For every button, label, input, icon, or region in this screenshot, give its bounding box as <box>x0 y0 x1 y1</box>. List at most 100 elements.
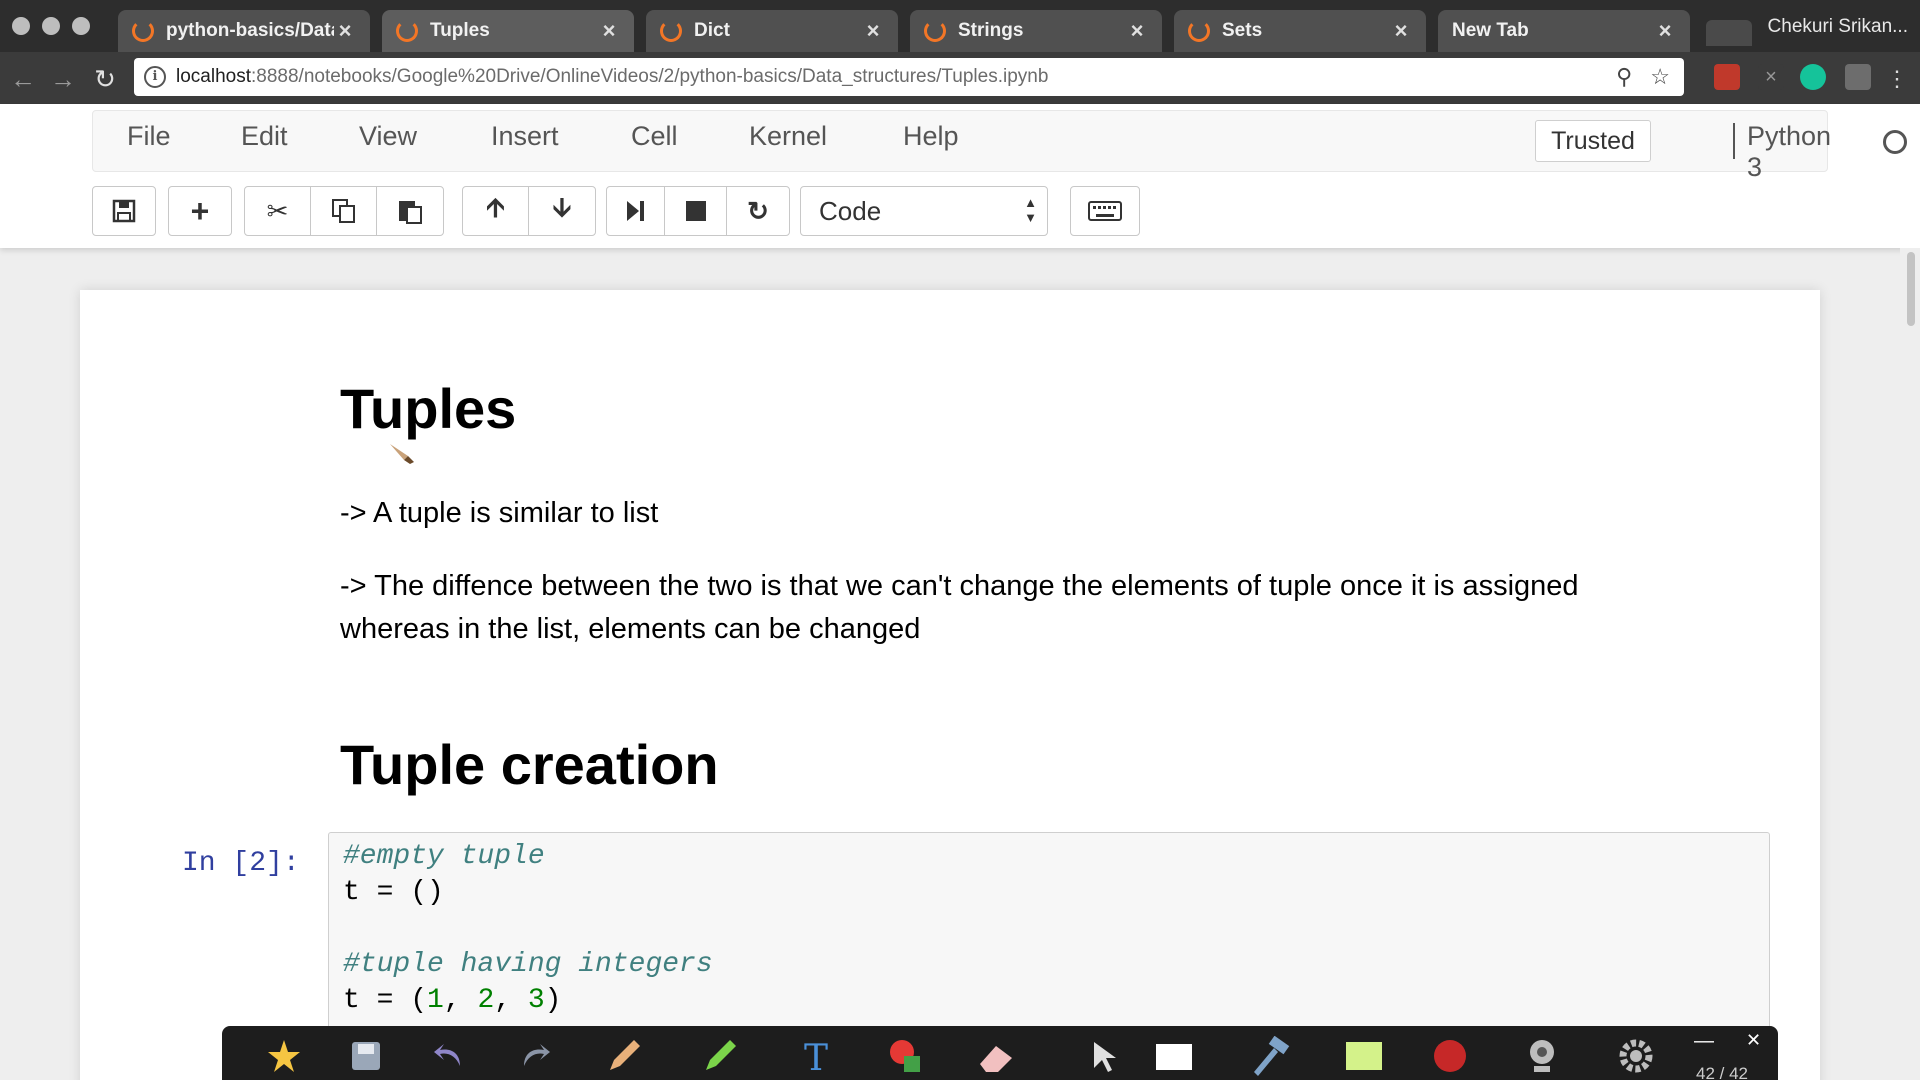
spotlight-star-icon[interactable] <box>264 1036 304 1076</box>
tab-dict[interactable]: Dict × <box>646 10 898 52</box>
code-token: t = ( <box>343 985 428 1016</box>
run-button[interactable] <box>607 187 665 235</box>
star-icon[interactable]: ☆ <box>1650 64 1670 90</box>
grammarly-extension-icon[interactable] <box>1800 64 1826 90</box>
reload-icon[interactable]: ↻ <box>88 62 122 96</box>
keyboard-icon <box>1088 201 1122 221</box>
save-button[interactable] <box>92 186 156 236</box>
tab-title: Tuples <box>430 20 490 41</box>
command-palette-button[interactable] <box>1070 186 1140 236</box>
section-heading: Tuple creation <box>340 733 719 796</box>
undo-icon[interactable] <box>430 1036 470 1076</box>
back-arrow-icon[interactable]: ← <box>6 62 40 96</box>
whiteboard-icon[interactable] <box>1154 1036 1194 1076</box>
copy-icon <box>331 199 355 223</box>
notebook-title-heading: Tuples <box>340 377 517 440</box>
close-icon[interactable]: × <box>598 18 620 44</box>
kernel-name[interactable]: Python 3 <box>1747 121 1831 183</box>
highlighter-icon[interactable] <box>700 1036 740 1076</box>
scrollbar-track[interactable] <box>1900 248 1920 1080</box>
shapes-icon[interactable] <box>886 1036 926 1076</box>
arrow-up-icon: 🡩 <box>486 192 505 222</box>
close-icon[interactable]: × <box>1654 18 1676 44</box>
text-tool-icon[interactable]: T <box>796 1036 836 1076</box>
tab-strings[interactable]: Strings × <box>910 10 1162 52</box>
kernel-divider <box>1733 123 1735 159</box>
jupyter-favicon-icon <box>132 20 154 42</box>
menu-help[interactable]: Help <box>903 121 959 152</box>
tab-tuples[interactable]: Tuples × <box>382 10 634 52</box>
close-icon[interactable]: × <box>862 18 884 44</box>
extension-icon[interactable] <box>1845 64 1871 90</box>
webcam-icon[interactable] <box>1522 1036 1562 1076</box>
menu-edit[interactable]: Edit <box>241 121 288 152</box>
close-icon[interactable]: × <box>1390 18 1412 44</box>
tab-title: New Tab <box>1452 20 1529 41</box>
page-counter: 42 / 42 <box>1696 1064 1748 1080</box>
menu-kernel[interactable]: Kernel <box>749 121 827 152</box>
insert-cell-button[interactable]: + <box>168 186 232 236</box>
code-number: 1 <box>427 985 444 1016</box>
browser-menu-icon[interactable]: ⋮ <box>1880 62 1914 96</box>
kernel-idle-icon <box>1883 130 1907 154</box>
forward-arrow-icon[interactable]: → <box>46 62 80 96</box>
code-token: , <box>443 985 478 1016</box>
redo-icon[interactable] <box>514 1036 554 1076</box>
stop-icon <box>685 201 706 221</box>
jupyter-favicon-icon <box>660 20 682 42</box>
pen-icon[interactable] <box>604 1036 644 1076</box>
paste-icon <box>399 201 422 224</box>
difference-text-line2: whereas in the list, elements can be cha… <box>340 613 921 645</box>
menu-view[interactable]: View <box>359 121 417 152</box>
tab-python-basics[interactable]: python-basics/Data_ × <box>118 10 370 52</box>
code-token: , <box>494 985 528 1016</box>
menu-insert[interactable]: Insert <box>491 121 559 152</box>
new-tab-button[interactable] <box>1706 20 1752 46</box>
move-up-button[interactable]: 🡩 <box>463 187 529 235</box>
plus-icon: + <box>190 192 210 229</box>
record-icon[interactable] <box>1430 1036 1470 1076</box>
close-icon[interactable]: × <box>1126 18 1148 44</box>
minimize-icon[interactable]: — <box>1694 1030 1714 1053</box>
close-icon[interactable]: ✕ <box>1746 1030 1761 1051</box>
code-line: t = (1, 2, 3) <box>343 985 561 1016</box>
paste-button[interactable] <box>377 187 443 235</box>
scrollbar-thumb[interactable] <box>1907 252 1915 326</box>
move-down-button[interactable]: 🡫 <box>529 187 595 235</box>
window-close-dot[interactable] <box>12 17 30 35</box>
window-zoom-dot[interactable] <box>72 17 90 35</box>
edit-button-group: ✂ <box>244 186 444 236</box>
jupyter-favicon-icon <box>924 20 946 42</box>
settings-gear-icon[interactable] <box>1616 1036 1656 1076</box>
cut-button[interactable]: ✂ <box>245 187 311 235</box>
close-icon[interactable]: × <box>334 18 356 44</box>
pencil-cursor-icon <box>390 444 414 464</box>
close-extension-icon[interactable]: × <box>1758 64 1784 90</box>
restart-button[interactable]: ↻ <box>727 187 789 235</box>
menu-cell[interactable]: Cell <box>631 121 678 152</box>
address-bar[interactable]: i localhost:8888/notebooks/Google%20Driv… <box>134 58 1684 96</box>
interrupt-button[interactable] <box>665 187 727 235</box>
save-screen-icon[interactable] <box>346 1036 386 1076</box>
eraser-icon[interactable] <box>976 1036 1016 1076</box>
gmail-extension-icon[interactable] <box>1714 64 1740 90</box>
tab-title: Sets <box>1222 20 1263 41</box>
intro-text: -> A tuple is similar to list <box>340 497 659 529</box>
info-icon[interactable]: i <box>144 66 166 88</box>
copy-button[interactable] <box>311 187 377 235</box>
trusted-indicator[interactable]: Trusted <box>1535 120 1651 162</box>
tab-new-tab[interactable]: New Tab × <box>1438 10 1690 52</box>
pointer-icon[interactable] <box>1084 1036 1124 1076</box>
profile-name[interactable]: Chekuri Srikan... <box>1768 16 1908 38</box>
tab-sets[interactable]: Sets × <box>1174 10 1426 52</box>
url-path: :8888/notebooks/Google%20Drive/OnlineVid… <box>251 66 1049 87</box>
cell-type-select[interactable]: Code ▲ ▼ <box>800 186 1048 236</box>
restart-icon: ↻ <box>747 195 769 226</box>
window-minimize-dot[interactable] <box>42 17 60 35</box>
jupyter-favicon-icon <box>396 20 418 42</box>
code-comment: #tuple having integers <box>343 949 713 980</box>
hammer-icon[interactable] <box>1250 1036 1290 1076</box>
zoom-icon[interactable]: ⚲ <box>1616 64 1632 90</box>
menu-file[interactable]: File <box>127 121 171 152</box>
background-color-icon[interactable] <box>1344 1036 1384 1076</box>
